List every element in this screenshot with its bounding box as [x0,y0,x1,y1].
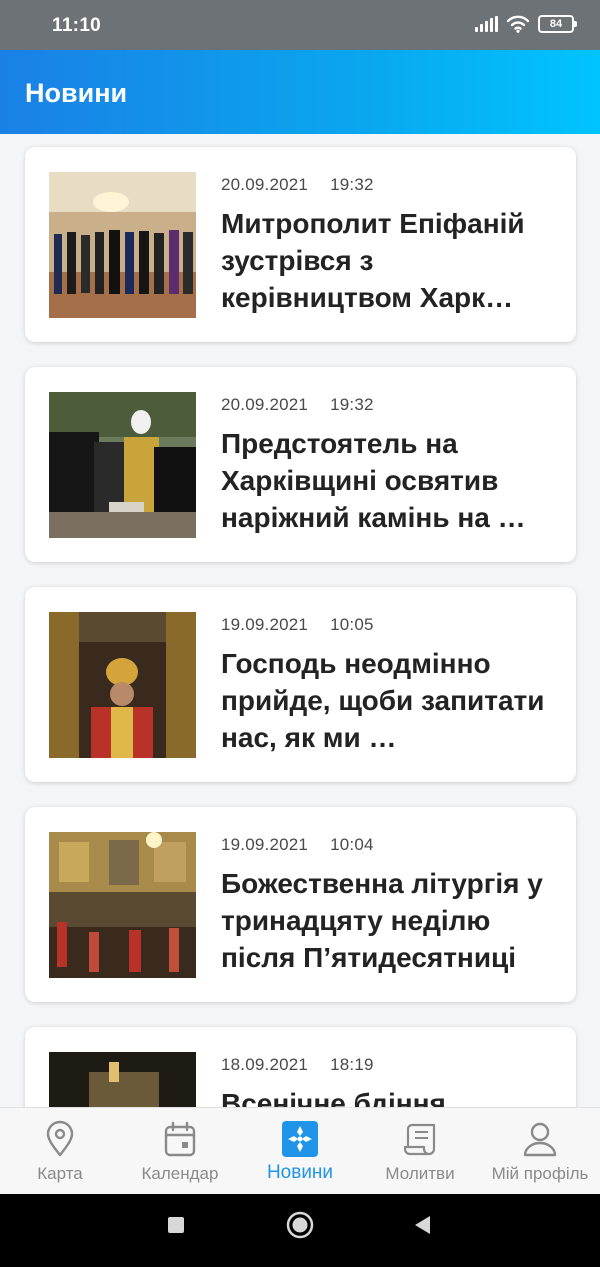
nav-label-prayers: Молитви [385,1164,455,1183]
battery-icon: 84 [538,15,577,33]
wifi-icon [506,15,530,33]
nav-item-prayers[interactable]: Молитви [360,1108,480,1195]
news-time: 19:32 [330,395,374,414]
home-icon[interactable] [286,1211,314,1239]
news-cross-icon [282,1121,318,1157]
news-meta: 19.09.2021 10:04 [221,835,374,855]
nav-label-news: Новини [266,1162,334,1183]
news-thumbnail [49,172,196,318]
news-meta: 20.09.2021 19:32 [221,395,374,415]
news-card[interactable]: 19.09.2021 10:05 Господь неодмінно прийде… [25,587,576,782]
news-card[interactable]: 20.09.2021 19:32 Предстоятель на Харківщи… [25,367,576,562]
news-card[interactable]: 19.09.2021 10:04 Божественна літургія у т… [25,807,576,1002]
news-title: Митрополит Епіфаній зустрівся з керівниц… [221,208,525,313]
profile-icon [523,1122,557,1157]
news-date: 19.09.2021 [221,615,309,634]
nav-item-map[interactable]: Карта [0,1108,120,1195]
news-date: 18.09.2021 [221,1055,309,1074]
news-title: Всенічне бдіння [221,1088,446,1107]
status-bar: 11:10 84 [0,0,600,50]
nav-label-map: Карта [37,1164,83,1183]
news-thumbnail [49,392,196,538]
bottom-nav: Карта Календар Новини Молитви Мій профіл… [0,1107,600,1194]
news-date: 19.09.2021 [221,835,309,854]
news-meta: 19.09.2021 10:05 [221,615,374,635]
nav-item-calendar[interactable]: Календар [120,1108,240,1195]
back-icon[interactable] [412,1214,432,1236]
system-nav-bar [0,1194,600,1267]
news-title: Господь неодмінно прийде, щоби запитати … [221,648,545,753]
signal-icon [475,16,498,32]
news-time: 18:19 [330,1055,374,1074]
news-meta: 18.09.2021 18:19 [221,1055,374,1075]
news-date: 20.09.2021 [221,175,309,194]
news-thumbnail [49,1052,196,1107]
news-time: 19:32 [330,175,374,194]
scroll-icon [403,1123,436,1156]
news-title: Божественна літургія у тринадцяту неділю… [221,868,543,973]
news-thumbnail [49,612,196,758]
map-pin-icon [46,1120,74,1157]
nav-item-profile[interactable]: Мій профіль [480,1108,600,1195]
nav-item-news[interactable]: Новини [240,1108,360,1195]
news-date: 20.09.2021 [221,395,309,414]
news-thumbnail [49,832,196,978]
news-card[interactable]: 18.09.2021 18:19 Всенічне бдіння [25,1027,576,1107]
news-title: Предстоятель на Харківщині освятив наріж… [221,428,526,533]
app-header: Новини [0,50,600,134]
news-time: 10:05 [330,615,374,634]
status-time: 11:10 [52,15,102,36]
page-title: Новини [25,78,128,108]
calendar-icon [164,1121,196,1157]
news-time: 10:04 [330,835,374,854]
news-meta: 20.09.2021 19:32 [221,175,374,195]
recents-icon[interactable] [167,1216,185,1234]
nav-label-profile: Мій профіль [491,1164,589,1183]
news-feed[interactable]: 20.09.2021 19:32 Митрополит Епіфаній зуст… [0,134,600,1107]
nav-label-calendar: Календар [141,1164,219,1183]
status-icons: 84 [475,15,577,33]
news-card[interactable]: 20.09.2021 19:32 Митрополит Епіфаній зуст… [25,147,576,342]
